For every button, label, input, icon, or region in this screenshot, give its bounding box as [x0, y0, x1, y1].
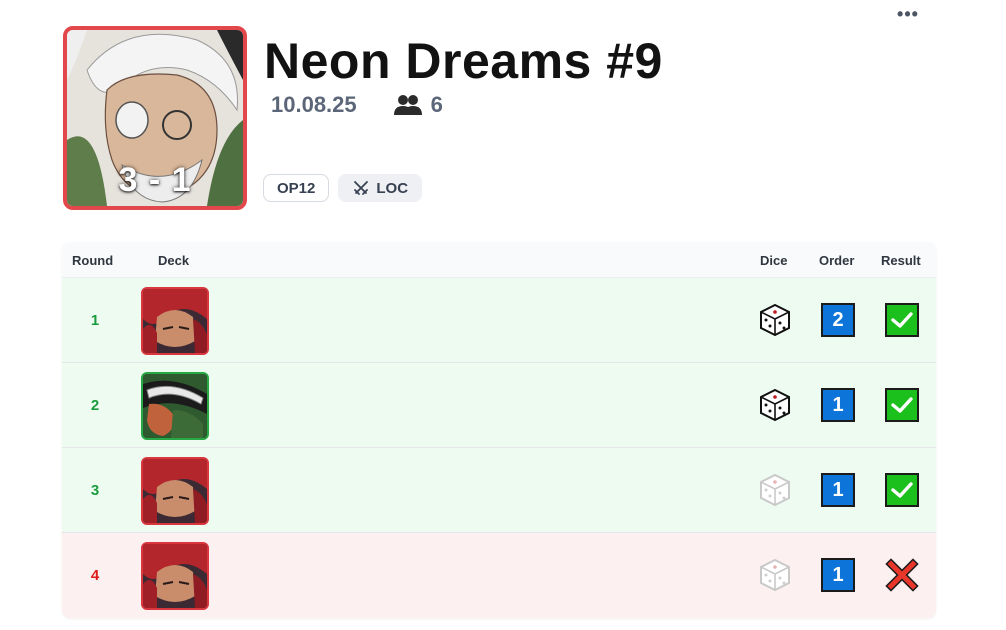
table-header: Round Deck Dice Order Result	[62, 242, 936, 278]
col-deck: Deck	[158, 253, 190, 268]
users-icon	[393, 95, 422, 115]
match-score: 3 - 1	[118, 161, 192, 199]
deck-leader-image[interactable]	[141, 372, 209, 440]
dice-lost-icon	[760, 558, 790, 592]
more-options-button[interactable]: •••	[892, 4, 924, 24]
turn-order-badge: 1	[821, 473, 855, 507]
event-title: Neon Dreams #9	[264, 33, 663, 89]
turn-order-badge: 1	[821, 388, 855, 422]
round-number: 3	[90, 482, 100, 499]
result-loss	[885, 558, 919, 592]
col-dice: Dice	[760, 253, 788, 268]
crossed-swords-icon	[354, 181, 369, 195]
dice-won-icon	[760, 303, 790, 337]
leader-avatar: 3 - 1	[63, 26, 247, 210]
player-count-value: 6	[430, 92, 443, 117]
col-order: Order	[819, 253, 855, 268]
tag-location[interactable]: LOC	[338, 174, 423, 202]
red-hair-leader-art	[143, 289, 207, 353]
event-header: 3 - 1 Neon Dreams #9 10.08.25 6 OP12 LOC	[63, 26, 943, 216]
player-count: 6	[393, 92, 443, 118]
deck-leader-image[interactable]	[141, 542, 209, 610]
table-row[interactable]: 1 2	[62, 278, 936, 363]
dice-lost-icon	[760, 473, 790, 507]
tag-list: OP12 LOC	[263, 174, 423, 202]
turn-order-badge: 1	[821, 558, 855, 592]
table-row[interactable]: 4 1	[62, 533, 936, 618]
table-row[interactable]: 3 1	[62, 448, 936, 533]
result-win	[885, 473, 919, 507]
check-icon	[885, 388, 919, 422]
turn-order-badge: 2	[821, 303, 855, 337]
round-number: 2	[90, 397, 100, 414]
result-win	[885, 303, 919, 337]
more-dots-icon: •••	[897, 4, 919, 24]
rounds-table: Round Deck Dice Order Result 1 2 2 1 3 1…	[62, 242, 936, 618]
red-hair-leader-art	[143, 544, 207, 608]
col-result: Result	[881, 253, 921, 268]
red-hair-leader-art	[143, 459, 207, 523]
event-date: 10.08.25	[271, 92, 357, 117]
result-win	[885, 388, 919, 422]
tag-set[interactable]: OP12	[263, 174, 330, 202]
dice-won-icon	[760, 388, 790, 422]
tag-set-label: OP12	[277, 179, 316, 197]
cross-icon	[885, 558, 919, 592]
deck-leader-image[interactable]	[141, 457, 209, 525]
table-row[interactable]: 2 1	[62, 363, 936, 448]
round-number: 4	[90, 567, 100, 584]
round-number: 1	[90, 312, 100, 329]
check-icon	[885, 303, 919, 337]
event-meta: 10.08.25 6	[271, 92, 443, 118]
check-icon	[885, 473, 919, 507]
col-round: Round	[72, 253, 114, 268]
tag-location-label: LOC	[376, 179, 409, 197]
green-leader-art	[143, 374, 207, 438]
deck-leader-image[interactable]	[141, 287, 209, 355]
